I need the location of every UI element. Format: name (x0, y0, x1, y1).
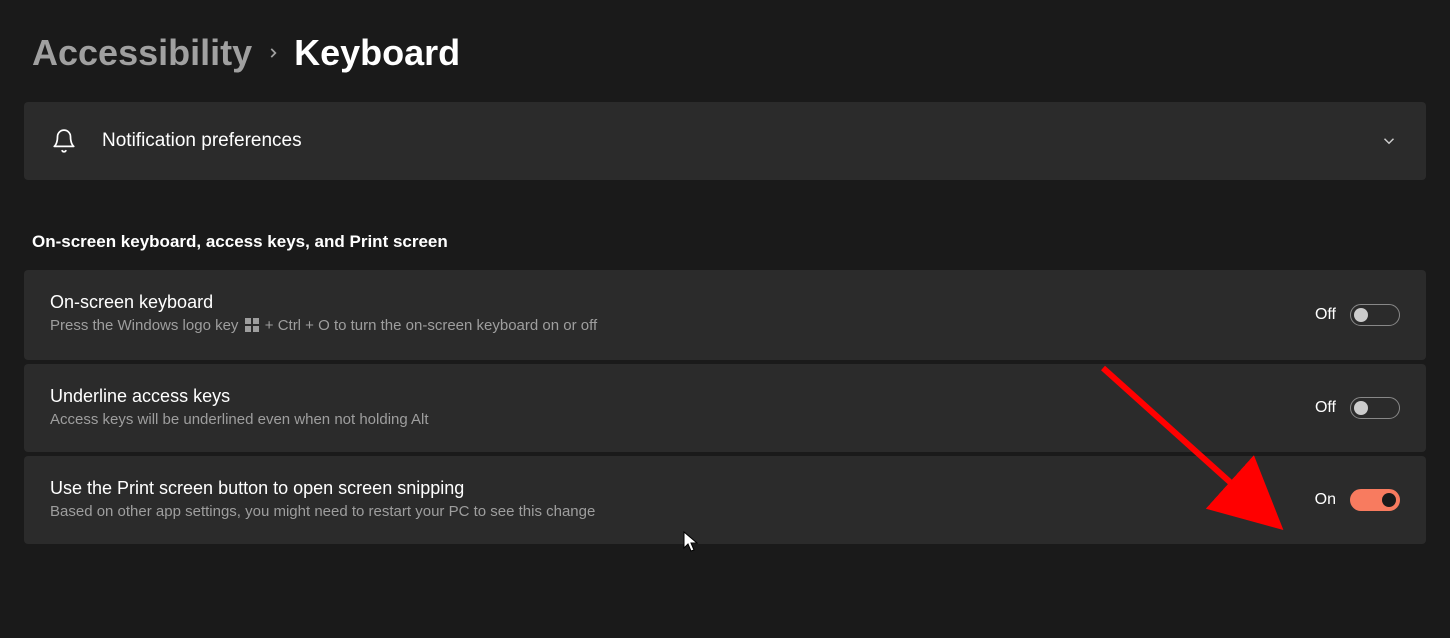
osk-toggle[interactable] (1350, 304, 1400, 326)
underline-title: Underline access keys (50, 386, 1291, 407)
breadcrumb-current: Keyboard (294, 32, 460, 74)
print-screen-row: Use the Print screen button to open scre… (24, 456, 1426, 544)
underline-description: Access keys will be underlined even when… (50, 409, 1291, 430)
notification-preferences-row[interactable]: Notification preferences (24, 102, 1426, 180)
osk-state-label: Off (1315, 306, 1336, 324)
osk-title: On-screen keyboard (50, 292, 1291, 313)
printscreen-toggle[interactable] (1350, 489, 1400, 511)
chevron-right-icon (266, 40, 280, 66)
bell-icon (50, 128, 78, 154)
section-title: On-screen keyboard, access keys, and Pri… (0, 184, 1450, 270)
printscreen-title: Use the Print screen button to open scre… (50, 478, 1291, 499)
breadcrumb-parent[interactable]: Accessibility (32, 32, 252, 74)
windows-logo-icon (245, 317, 259, 338)
underline-toggle[interactable] (1350, 397, 1400, 419)
osk-description: Press the Windows logo key + Ctrl + O to… (50, 315, 1291, 338)
printscreen-description: Based on other app settings, you might n… (50, 501, 1291, 522)
breadcrumb: Accessibility Keyboard (0, 32, 1450, 102)
chevron-down-icon (1380, 132, 1400, 150)
underline-access-keys-row: Underline access keys Access keys will b… (24, 364, 1426, 452)
underline-state-label: Off (1315, 399, 1336, 417)
on-screen-keyboard-row: On-screen keyboard Press the Windows log… (24, 270, 1426, 360)
printscreen-state-label: On (1315, 491, 1336, 509)
notification-preferences-title: Notification preferences (102, 130, 1356, 152)
